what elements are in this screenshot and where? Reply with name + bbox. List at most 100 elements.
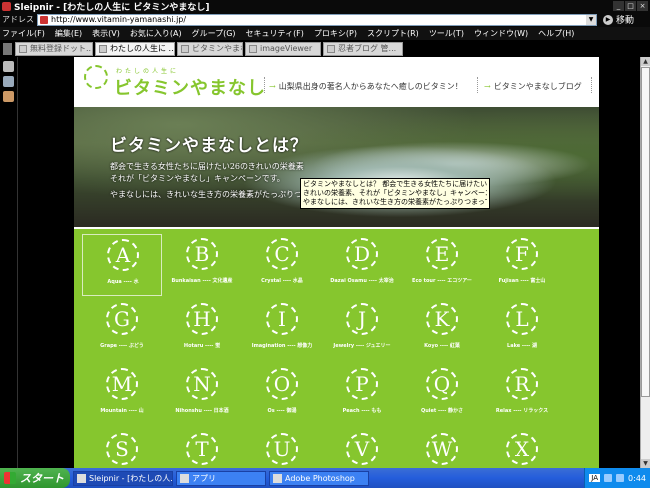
vitamin-caption: Quiet ---- 静かさ [420, 408, 464, 414]
vitamin-caption: Relax ---- リラックス [495, 408, 549, 414]
vitamin-tile-g[interactable]: G Grape ---- ぶどう [82, 299, 162, 361]
menu-script[interactable]: スクリプト(R) [367, 28, 419, 39]
vitamin-tile-w[interactable]: W [402, 429, 482, 468]
menu-security[interactable]: セキュリティ(F) [246, 28, 304, 39]
hero-title: ビタミンやまなしとは？ [110, 136, 308, 156]
scroll-down-icon[interactable]: ▼ [641, 459, 650, 468]
vitamin-tile-e[interactable]: E Eco tour ---- エコツアー [402, 234, 482, 296]
tab-2[interactable]: わたしの人生に ... [95, 41, 175, 56]
address-input[interactable]: http://www.vitamin-yamanashi.jp/ ▼ [37, 13, 597, 26]
vitamin-tile-i[interactable]: I Imagination ---- 想像力 [242, 299, 322, 361]
ime-indicator[interactable]: JA [589, 474, 601, 482]
tab-1[interactable]: 無料登録ドット... [15, 41, 93, 56]
vitamin-letter-badge: H [186, 303, 218, 335]
vitamin-tile-d[interactable]: D Dazai Osamu ---- 太宰治 [322, 234, 402, 296]
menu-view[interactable]: 表示(V) [92, 28, 120, 39]
menu-group[interactable]: グループ(G) [192, 28, 236, 39]
vitamin-tile-t[interactable]: T [162, 429, 242, 468]
window-title: Sleipnir - [わたしの人生に ビタミンやまなし] [14, 2, 210, 13]
vitamin-letter-badge: O [266, 368, 298, 400]
maximize-button[interactable]: □ [625, 1, 636, 11]
vitamin-tile-q[interactable]: Q Quiet ---- 静かさ [402, 364, 482, 426]
menu-edit[interactable]: 編集(E) [55, 28, 82, 39]
tab-label: ビタミンやまなし... [192, 44, 242, 53]
header-link-celebrities[interactable]: → 山梨県出身の著名人からあなたへ癒しのビタミン！ [269, 81, 463, 92]
menu-help[interactable]: ヘルプ(H) [538, 28, 574, 39]
vitamin-tile-u[interactable]: U [242, 429, 322, 468]
tab-3[interactable]: ビタミンやまなし... [177, 41, 243, 56]
close-button[interactable]: × [637, 1, 648, 11]
panel-history-icon[interactable] [3, 91, 14, 102]
taskbar-item-photoshop[interactable]: Adobe Photoshop [269, 470, 369, 486]
web-page: わたしの人生に ビタミンやまなし → 山梨県出身の著名人からあなたへ癒しのビタミ… [74, 57, 599, 468]
panel-favorites-icon[interactable] [3, 76, 14, 87]
vitamin-tile-b[interactable]: B Bunkaisan ---- 文化遺産 [162, 234, 242, 296]
vitamin-caption: Dazai Osamu ---- 太宰治 [330, 278, 394, 284]
task-label: アプリ [192, 473, 216, 483]
vitamin-tile-n[interactable]: N Nihonshu ---- 日本酒 [162, 364, 242, 426]
panel-gear-icon[interactable] [3, 61, 14, 72]
tab-4[interactable]: imageViewer [245, 41, 321, 56]
tab-list-icon[interactable] [3, 42, 12, 55]
vitamin-caption: Os ---- 御湯 [267, 408, 297, 414]
vitamin-tile-h[interactable]: H Hotaru ---- 蛍 [162, 299, 242, 361]
hero-banner: ビタミンやまなしとは？ 都会で生きる女性たちに届けたい26のきれいの栄養素 それ… [74, 107, 599, 227]
scroll-thumb[interactable] [641, 67, 650, 397]
start-label: スタート [20, 472, 64, 485]
vitamin-tile-f[interactable]: F Fujisan ---- 富士山 [482, 234, 562, 296]
vitamin-tile-v[interactable]: V [322, 429, 402, 468]
vitamin-tile-a[interactable]: A Aqua ---- 水 [82, 234, 162, 296]
hero-text-line: 都会で生きる女性たちに届けたい26のきれいの栄養素 [110, 162, 304, 171]
tab-5[interactable]: 忍者ブログ 管... [323, 41, 403, 56]
tooltip: ビタミンやまなしとは？ 都会で生きる女性たちに届けたい26の きれいの栄養素、そ… [300, 178, 490, 209]
menu-file[interactable]: ファイル(F) [2, 28, 45, 39]
vitamin-letter-badge: G [106, 303, 138, 335]
go-button[interactable]: ▶ 移動 [603, 13, 634, 26]
menu-proxy[interactable]: プロキシ(P) [314, 28, 357, 39]
tab-bar: 無料登録ドット... わたしの人生に ... ビタミンやまなし... image… [0, 40, 650, 57]
vitamin-grid: A Aqua ---- 水 B Bunkaisan ---- 文化遺産 C Crystal… [74, 229, 599, 468]
vitamin-tile-l[interactable]: L Lake ---- 湖 [482, 299, 562, 361]
header-divider [264, 77, 265, 93]
vitamin-tile-c[interactable]: C Crystal ---- 水晶 [242, 234, 322, 296]
menu-bar: ファイル(F) 編集(E) 表示(V) お気に入り(A) グループ(G) セキュ… [0, 27, 650, 40]
vitamin-letter-badge: V [346, 433, 378, 465]
tooltip-line: きれいの栄養素、それが「ビタミンやまなし」キャンペーンです。 [303, 189, 487, 197]
vertical-scrollbar[interactable]: ▲ ▼ [640, 57, 650, 468]
photoshop-task-icon [273, 473, 282, 483]
scroll-up-icon[interactable]: ▲ [641, 57, 650, 66]
vitamin-caption: Eco tour ---- エコツアー [412, 278, 472, 284]
site-logo[interactable]: ビタミンやまなし [114, 74, 266, 100]
window-controls: _ □ × [613, 1, 648, 11]
vitamin-tile-k[interactable]: K Koyo ---- 紅葉 [402, 299, 482, 361]
vitamin-letter-badge: K [426, 303, 458, 335]
tab-page-icon [181, 44, 189, 53]
vitamin-tile-s[interactable]: S [82, 429, 162, 468]
hero-text-line: それが「ビタミンやまなし」キャンペーンです。 [110, 174, 285, 183]
header-link-label: 山梨県出身の著名人からあなたへ癒しのビタミン！ [278, 82, 463, 91]
vitamin-tile-p[interactable]: P Peach ---- もも [322, 364, 402, 426]
vitamin-tile-x[interactable]: X [482, 429, 562, 468]
header-link-blog[interactable]: → ビタミンやまなしブログ [484, 81, 582, 92]
address-url[interactable]: http://www.vitamin-yamanashi.jp/ [51, 15, 586, 24]
network-icon[interactable] [604, 474, 613, 482]
vitamin-tile-o[interactable]: O Os ---- 御湯 [242, 364, 322, 426]
vitamin-tile-m[interactable]: M Mountain ---- 山 [82, 364, 162, 426]
header-link-label: ビタミンやまなしブログ [493, 82, 582, 91]
vitamin-caption: Fujisan ---- 富士山 [498, 278, 546, 284]
taskbar-item-sleipnir[interactable]: Sleipnir - [わたしの人... [73, 470, 173, 486]
menu-window[interactable]: ウィンドウ(W) [474, 28, 528, 39]
volume-icon[interactable] [616, 474, 625, 482]
vitamin-tile-r[interactable]: R Relax ---- リラックス [482, 364, 562, 426]
vitamin-caption: Koyo ---- 紅葉 [424, 343, 460, 349]
sleipnir-app-icon [2, 1, 11, 11]
vitamin-tile-j[interactable]: J Jewelry ---- ジュエリー [322, 299, 402, 361]
vitamin-letter-badge: U [266, 433, 298, 465]
address-dropdown-icon[interactable]: ▼ [586, 14, 596, 25]
menu-tools[interactable]: ツール(T) [429, 28, 464, 39]
start-button[interactable]: スタート [0, 468, 70, 488]
menu-favorites[interactable]: お気に入り(A) [130, 28, 182, 39]
taskbar-item-app[interactable]: アプリ [176, 470, 266, 486]
minimize-button[interactable]: _ [613, 1, 624, 11]
go-arrow-icon: ▶ [603, 14, 613, 25]
